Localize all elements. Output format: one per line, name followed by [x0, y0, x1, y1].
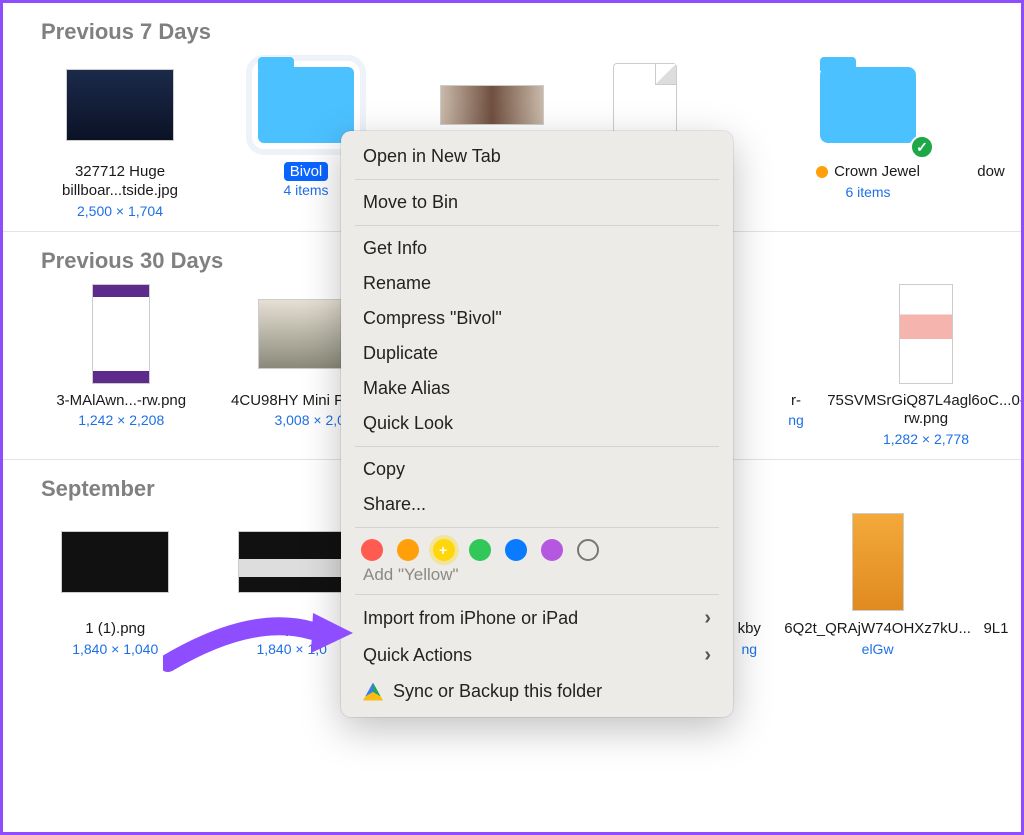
menu-quick-look[interactable]: Quick Look	[341, 406, 733, 441]
chevron-right-icon: ›	[704, 607, 711, 630]
menu-divider	[355, 527, 719, 528]
image-thumbnail	[736, 284, 856, 384]
file-subtitle: 3,008 × 2,0	[274, 412, 344, 428]
file-item[interactable]: 3-MAlAwn...-rw.png 1,242 × 2,208	[27, 284, 215, 429]
menu-divider	[355, 179, 719, 180]
file-name: kby	[738, 620, 761, 639]
file-subtitle: 1,840 × 1,040	[72, 641, 158, 657]
file-name: dow	[977, 163, 1005, 182]
tag-green[interactable]	[469, 539, 491, 561]
image-thumbnail	[931, 55, 1024, 155]
menu-get-info[interactable]: Get Info	[341, 231, 733, 266]
file-subtitle: 1,840 × 1,0	[256, 641, 326, 657]
menu-compress[interactable]: Compress "Bivol"	[341, 301, 733, 336]
menu-add-tag-label: Add "Yellow"	[341, 563, 733, 589]
file-name: 327712 Huge billboar...tside.jpg	[27, 163, 213, 201]
folder-icon: ✓	[808, 55, 928, 155]
menu-move-to-bin[interactable]: Move to Bin	[341, 185, 733, 220]
image-thumbnail	[866, 284, 986, 384]
menu-share[interactable]: Share...	[341, 487, 733, 522]
file-name: r-	[791, 392, 801, 411]
tag-blue[interactable]	[505, 539, 527, 561]
google-drive-icon	[363, 683, 383, 701]
context-menu: Open in New Tab Move to Bin Get Info Ren…	[341, 131, 733, 717]
menu-make-alias[interactable]: Make Alias	[341, 371, 733, 406]
finder-window: Previous 7 Days 327712 Huge billboar...t…	[0, 0, 1024, 835]
file-subtitle: elGw	[862, 641, 894, 657]
file-subtitle: ng	[741, 641, 757, 657]
file-name: 75SVMSrGiQ87L4agl6oC...0-rw.png	[827, 392, 1024, 430]
file-item[interactable]: 75SVMSrGiQ87L4agl6oC...0-rw.png 1,282 × …	[831, 284, 1021, 448]
file-subtitle: 4 items	[283, 182, 328, 198]
image-thumbnail	[936, 512, 1024, 612]
file-name: 1 (1).png	[85, 620, 145, 639]
menu-duplicate[interactable]: Duplicate	[341, 336, 733, 371]
file-subtitle: 1,242 × 2,208	[78, 412, 164, 428]
file-item[interactable]: r- ng	[761, 284, 831, 429]
file-item[interactable]: 9L1	[971, 512, 1021, 639]
tag-purple[interactable]	[541, 539, 563, 561]
menu-divider	[355, 446, 719, 447]
chevron-right-icon: ›	[704, 644, 711, 667]
tag-dot-icon	[816, 166, 828, 178]
menu-open-new-tab[interactable]: Open in New Tab	[341, 139, 733, 174]
menu-rename[interactable]: Rename	[341, 266, 733, 301]
file-name-selected: Bivol	[284, 163, 329, 180]
file-subtitle: ng	[788, 412, 804, 428]
menu-quick-actions[interactable]: Quick Actions›	[341, 637, 733, 674]
menu-tags-row: +	[341, 533, 733, 563]
file-item[interactable]: 1 (1).png 1,840 × 1,040	[27, 512, 203, 657]
image-thumbnail	[55, 512, 175, 612]
tag-red[interactable]	[361, 539, 383, 561]
menu-copy[interactable]: Copy	[341, 452, 733, 487]
tag-none[interactable]	[577, 539, 599, 561]
file-item[interactable]: dow	[961, 55, 1021, 182]
file-subtitle: 2,500 × 1,704	[77, 203, 163, 219]
file-subtitle: 1,282 × 2,778	[883, 431, 969, 447]
file-name: Crown Jewel	[816, 163, 920, 182]
menu-import-iphone[interactable]: Import from iPhone or iPad›	[341, 600, 733, 637]
file-subtitle: 6 items	[845, 184, 890, 200]
file-name: 6Q2t_QRAjW74OHXz7kU...	[784, 620, 971, 639]
file-name: 9L1	[983, 620, 1008, 639]
image-thumbnail	[60, 55, 180, 155]
image-thumbnail	[61, 284, 181, 384]
file-name: 3-MAlAwn...-rw.png	[56, 392, 186, 411]
menu-divider	[355, 594, 719, 595]
menu-sync-backup[interactable]: Sync or Backup this folder	[341, 674, 733, 709]
menu-divider	[355, 225, 719, 226]
section-header-prev7: Previous 7 Days	[3, 3, 1021, 45]
tag-orange[interactable]	[397, 539, 419, 561]
image-thumbnail	[818, 512, 938, 612]
file-item[interactable]: 327712 Huge billboar...tside.jpg 2,500 ×…	[27, 55, 213, 219]
image-thumbnail	[232, 512, 352, 612]
tag-yellow[interactable]: +	[433, 539, 455, 561]
file-name: 1.png	[273, 620, 311, 639]
